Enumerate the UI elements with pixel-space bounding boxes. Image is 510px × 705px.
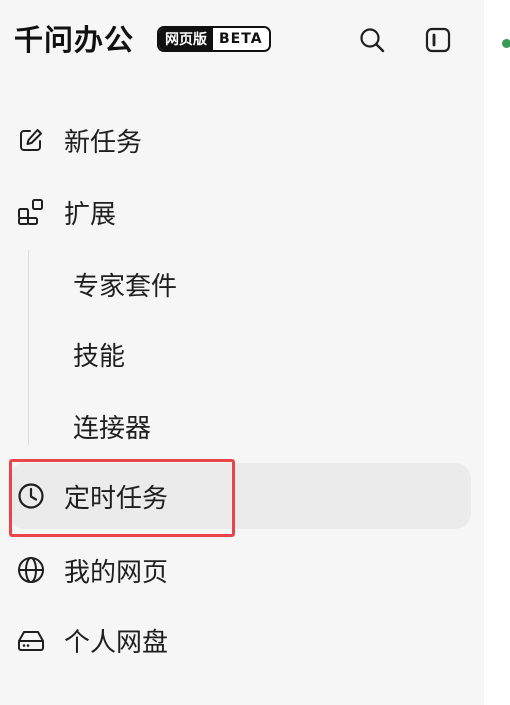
nav-extensions[interactable]: 扩展 bbox=[0, 180, 470, 244]
status-dot bbox=[502, 39, 510, 48]
nav-personal-drive[interactable]: 个人网盘 bbox=[0, 608, 470, 672]
nav-sub-skills-label: 技能 bbox=[73, 341, 126, 372]
search-icon bbox=[360, 28, 385, 53]
nav-new-task-label: 新任务 bbox=[64, 127, 143, 158]
nav-sub-expert-suite-label: 专家套件 bbox=[73, 271, 178, 302]
badge-web-label: 网页版 bbox=[159, 28, 213, 50]
nav-extensions-label: 扩展 bbox=[64, 199, 117, 230]
main-content-area bbox=[484, 0, 510, 705]
submenu-guide-line bbox=[28, 250, 29, 445]
nav-my-pages-label: 我的网页 bbox=[64, 557, 169, 588]
web-beta-badge: 网页版 BETA bbox=[157, 26, 271, 52]
nav-sub-connectors-label: 连接器 bbox=[73, 413, 152, 444]
app-logo: 千问办公 bbox=[14, 23, 135, 57]
edit-icon bbox=[16, 125, 46, 155]
clock-icon bbox=[16, 481, 46, 511]
nav-new-task[interactable]: 新任务 bbox=[0, 108, 470, 172]
nav-sub-expert-suite[interactable]: 专家套件 bbox=[60, 256, 470, 312]
sidebar: 千问办公 网页版 BETA 新任务 扩展 专家套件 技能 连接器 定时任务 我的… bbox=[0, 0, 484, 705]
hard-drive-icon bbox=[16, 625, 46, 655]
nav-scheduled-tasks[interactable]: 定时任务 bbox=[8, 463, 471, 529]
nav-my-pages[interactable]: 我的网页 bbox=[0, 538, 470, 602]
nav-scheduled-tasks-label: 定时任务 bbox=[64, 483, 169, 514]
globe-icon bbox=[16, 555, 46, 585]
search-button[interactable] bbox=[356, 24, 388, 56]
nav-sub-skills[interactable]: 技能 bbox=[60, 326, 470, 382]
nav-personal-drive-label: 个人网盘 bbox=[64, 627, 169, 658]
sidebar-toggle-button[interactable] bbox=[422, 24, 454, 56]
badge-beta-label: BETA bbox=[213, 28, 269, 50]
sidebar-toggle-icon bbox=[425, 27, 451, 53]
extensions-icon bbox=[16, 197, 46, 227]
nav-sub-connectors[interactable]: 连接器 bbox=[60, 398, 470, 454]
